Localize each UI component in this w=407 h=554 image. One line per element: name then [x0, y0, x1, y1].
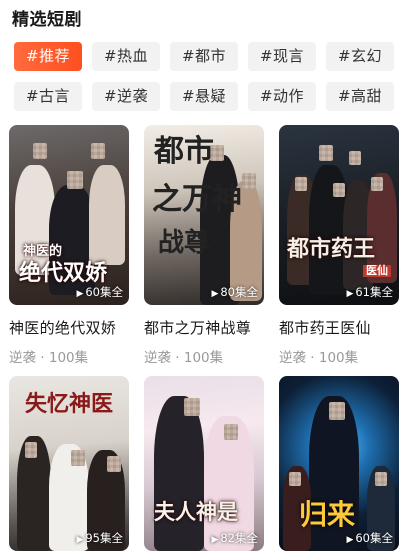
tag-action[interactable]: #动作 — [248, 82, 316, 111]
tag-comeback[interactable]: #逆袭 — [92, 82, 160, 111]
blurred-face — [319, 145, 333, 161]
poster-title-line: 战尊 — [158, 228, 211, 258]
drama-card[interactable]: 归来 ▶ 60集全 — [279, 376, 399, 551]
tag-sweet[interactable]: #高甜 — [326, 82, 394, 111]
episode-badge: ▶ 61集全 — [346, 284, 393, 300]
drama-poster[interactable]: 都市 之万神 战尊 ▶ 80集全 — [144, 125, 264, 305]
tag-fantasy[interactable]: #玄幻 — [326, 42, 394, 71]
poster-title-line: 神医的 — [23, 244, 63, 259]
episode-badge: ▶ 80集全 — [211, 284, 258, 300]
blurred-face — [349, 151, 361, 165]
blurred-face — [242, 173, 256, 189]
blurred-face — [329, 402, 345, 420]
episode-count: 80集全 — [220, 285, 258, 299]
blurred-face — [107, 456, 121, 472]
blurred-face — [371, 177, 383, 191]
tag-ancient-romance[interactable]: #古言 — [14, 82, 82, 111]
blurred-face — [71, 450, 85, 466]
episode-count: 60集全 — [355, 531, 393, 545]
poster-figure — [89, 165, 125, 265]
section-header: 精选短剧 — [0, 0, 407, 34]
play-icon: ▶ — [76, 535, 84, 545]
drama-title[interactable]: 神医的绝代双娇 — [9, 317, 129, 338]
blurred-face — [33, 143, 47, 159]
blurred-face — [295, 177, 307, 191]
drama-card[interactable]: 夫人神是 ▶ 82集全 — [144, 376, 264, 551]
blurred-face — [333, 183, 345, 197]
blurred-face — [289, 472, 301, 486]
drama-meta: 逆袭 · 100集 — [144, 350, 224, 366]
drama-title[interactable]: 都市之万神战尊 — [144, 317, 264, 338]
tag-urban[interactable]: #都市 — [170, 42, 238, 71]
play-icon: ▶ — [346, 289, 354, 299]
episode-badge: ▶ 95集全 — [76, 530, 123, 546]
poster-figure — [154, 396, 204, 551]
poster-title-line: 医仙 — [363, 264, 391, 278]
play-icon: ▶ — [346, 535, 354, 545]
play-icon: ▶ — [211, 535, 219, 545]
poster-title-line: 夫人神是 — [154, 499, 238, 524]
poster-title-line: 之万神 — [152, 182, 242, 217]
blurred-face — [184, 398, 200, 416]
poster-title-line: 失忆神医 — [25, 391, 114, 417]
episode-badge: ▶ 60集全 — [346, 530, 393, 546]
drama-card[interactable]: 都市药王 医仙 ▶ 61集全 都市药王医仙 逆袭 · 100集 — [279, 125, 399, 366]
blurred-face — [67, 171, 83, 189]
drama-poster[interactable]: 归来 ▶ 60集全 — [279, 376, 399, 551]
episode-badge: ▶ 60集全 — [76, 284, 123, 300]
drama-poster[interactable]: 神医的 绝代双娇 ▶ 60集全 — [9, 125, 129, 305]
drama-card[interactable]: 神医的 绝代双娇 ▶ 60集全 神医的绝代双娇 逆袭 · 100集 — [9, 125, 129, 366]
episode-count: 82集全 — [220, 531, 258, 545]
play-icon: ▶ — [211, 289, 219, 299]
episode-badge: ▶ 82集全 — [211, 530, 258, 546]
drama-meta: 逆袭 · 100集 — [279, 350, 359, 366]
drama-card[interactable]: 都市 之万神 战尊 ▶ 80集全 都市之万神战尊 逆袭 · 100集 — [144, 125, 264, 366]
drama-poster[interactable]: 都市药王 医仙 ▶ 61集全 — [279, 125, 399, 305]
drama-meta: 逆袭 · 100集 — [9, 350, 89, 366]
drama-poster[interactable]: 失忆神医 ▶ 95集全 — [9, 376, 129, 551]
tag-modern-romance[interactable]: #现言 — [248, 42, 316, 71]
blurred-face — [25, 442, 37, 458]
drama-poster[interactable]: 夫人神是 ▶ 82集全 — [144, 376, 264, 551]
tag-suspense[interactable]: #悬疑 — [170, 82, 238, 111]
poster-title-line: 绝代双娇 — [19, 260, 108, 286]
blurred-face — [375, 472, 387, 486]
drama-title[interactable]: 都市药王医仙 — [279, 317, 399, 338]
blurred-face — [91, 143, 105, 159]
episode-count: 95集全 — [85, 531, 123, 545]
poster-title-line: 都市药王 — [287, 236, 376, 262]
episode-count: 61集全 — [355, 285, 393, 299]
poster-title-line: 都市 — [154, 134, 214, 169]
play-icon: ▶ — [76, 289, 84, 299]
blurred-face — [224, 424, 238, 440]
page-title: 精选短剧 — [12, 10, 82, 30]
tag-recommend[interactable]: #推荐 — [14, 42, 82, 71]
tag-hot-blood[interactable]: #热血 — [92, 42, 160, 71]
episode-count: 60集全 — [85, 285, 123, 299]
drama-card[interactable]: 失忆神医 ▶ 95集全 — [9, 376, 129, 551]
poster-title-line: 归来 — [299, 498, 356, 531]
